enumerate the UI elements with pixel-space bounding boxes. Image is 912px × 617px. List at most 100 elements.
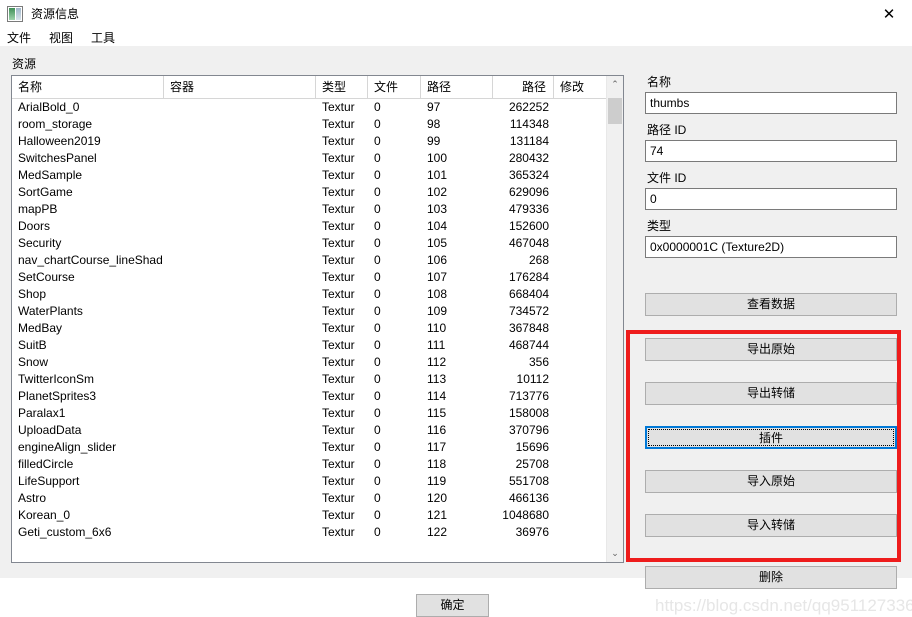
cell-name: Snow xyxy=(18,355,49,369)
cell-type: Textur xyxy=(322,270,355,284)
table-row[interactable]: filledCircle Textur 0 118 25708 xyxy=(12,456,623,473)
table-row[interactable]: Security Textur 0 105 467048 xyxy=(12,235,623,252)
ok-button[interactable]: 确定 xyxy=(416,594,489,617)
scrollbar-thumb[interactable] xyxy=(608,98,622,124)
fileid-field-label: 文件 ID xyxy=(647,171,687,185)
table-row[interactable]: mapPB Textur 0 103 479336 xyxy=(12,201,623,218)
column-header-name[interactable]: 名称 xyxy=(12,76,164,98)
cell-path2: 356 xyxy=(528,355,549,369)
table-row[interactable]: Snow Textur 0 112 356 xyxy=(12,354,623,371)
cell-modified xyxy=(554,320,606,337)
watermark-text: https://blog.csdn.net/qq951127336 xyxy=(655,596,912,615)
table-row[interactable]: Shop Textur 0 108 668404 xyxy=(12,286,623,303)
cell-name: mapPB xyxy=(18,202,58,216)
table-row[interactable]: TwitterIconSm Textur 0 113 10112 xyxy=(12,371,623,388)
cell-path2: 734572 xyxy=(508,304,549,318)
cell-modified xyxy=(554,337,606,354)
table-row[interactable]: WaterPlants Textur 0 109 734572 xyxy=(12,303,623,320)
table-row[interactable]: MedSample Textur 0 101 365324 xyxy=(12,167,623,184)
cell-file: 0 xyxy=(374,508,381,522)
table-row[interactable]: room_storage Textur 0 98 114348 xyxy=(12,116,623,133)
cell-file: 0 xyxy=(374,525,381,539)
table-row[interactable]: SetCourse Textur 0 107 176284 xyxy=(12,269,623,286)
column-header-modified[interactable]: 修改 xyxy=(554,76,606,98)
menu-item-view[interactable]: 视图 xyxy=(49,28,81,47)
resource-list[interactable]: 名称 容器 类型 文件 路径 路径 修改 ArialBold_0 Textur 0 9… xyxy=(11,75,624,563)
export-raw-button[interactable]: 导出原始 xyxy=(645,338,897,361)
table-row[interactable]: nav_chartCourse_lineShad Textur 0 106 268 xyxy=(12,252,623,269)
menu-item-file[interactable]: 文件 xyxy=(7,28,39,47)
list-body: ArialBold_0 Textur 0 97 262252 room_storage Te… xyxy=(12,99,623,562)
table-row[interactable]: Paralax1 Textur 0 115 158008 xyxy=(12,405,623,422)
cell-path2: 367848 xyxy=(508,321,549,335)
table-row[interactable]: engineAlign_slider Textur 0 117 15696 xyxy=(12,439,623,456)
table-row[interactable]: LifeSupport Textur 0 119 551708 xyxy=(12,473,623,490)
cell-path: 112 xyxy=(427,355,447,369)
cell-type: Textur xyxy=(322,457,355,471)
window-title: 资源信息 xyxy=(31,7,80,21)
view-data-button[interactable]: 查看数据 xyxy=(645,293,897,316)
table-row[interactable]: MedBay Textur 0 110 367848 xyxy=(12,320,623,337)
table-row[interactable]: Astro Textur 0 120 466136 xyxy=(12,490,623,507)
cell-path2: 468744 xyxy=(508,338,549,352)
cell-path: 114 xyxy=(427,389,447,403)
cell-container xyxy=(164,490,316,507)
cell-file: 0 xyxy=(374,202,381,216)
table-row[interactable]: Korean_0 Textur 0 121 1048680 xyxy=(12,507,623,524)
cell-file: 0 xyxy=(374,287,381,301)
cell-file: 0 xyxy=(374,406,381,420)
plugin-button-label: 插件 xyxy=(758,431,783,445)
column-header-path[interactable]: 路径 xyxy=(421,76,493,98)
cell-path: 105 xyxy=(427,236,448,250)
table-row[interactable]: UploadData Textur 0 116 370796 xyxy=(12,422,623,439)
cell-type: Textur xyxy=(322,389,355,403)
menu-item-tools[interactable]: 工具 xyxy=(91,28,123,47)
cell-path2: 668404 xyxy=(508,287,549,301)
pathid-field[interactable] xyxy=(645,140,897,162)
cell-container xyxy=(164,422,316,439)
cell-container xyxy=(164,184,316,201)
import-raw-button[interactable]: 导入原始 xyxy=(645,470,897,493)
column-header-path-size[interactable]: 路径 xyxy=(493,76,554,98)
scroll-up-icon[interactable]: ⌃ xyxy=(607,76,623,93)
fileid-field[interactable] xyxy=(645,188,897,210)
cell-name: Halloween2019 xyxy=(18,134,101,148)
cell-path: 110 xyxy=(427,321,447,335)
table-row[interactable]: Halloween2019 Textur 0 99 131184 xyxy=(12,133,623,150)
cell-name: Geti_custom_6x6 xyxy=(18,525,112,539)
vertical-scrollbar[interactable]: ⌃ ⌄ xyxy=(606,76,623,562)
table-row[interactable]: ArialBold_0 Textur 0 97 262252 xyxy=(12,99,623,116)
cell-file: 0 xyxy=(374,321,381,335)
table-row[interactable]: SortGame Textur 0 102 629096 xyxy=(12,184,623,201)
type-field[interactable] xyxy=(645,236,897,258)
cell-type: Textur xyxy=(322,338,355,352)
table-row[interactable]: Doors Textur 0 104 152600 xyxy=(12,218,623,235)
table-row[interactable]: PlanetSprites3 Textur 0 114 713776 xyxy=(12,388,623,405)
cell-modified xyxy=(554,371,606,388)
column-header-type[interactable]: 类型 xyxy=(316,76,368,98)
cell-file: 0 xyxy=(374,236,381,250)
column-header-container[interactable]: 容器 xyxy=(164,76,316,98)
cell-path2: 713776 xyxy=(508,389,549,403)
client-area: 资源 名称 容器 类型 文件 路径 路径 修改 ArialBold_0 Textu… xyxy=(0,46,912,617)
export-dump-button[interactable]: 导出转储 xyxy=(645,382,897,405)
cell-name: filledCircle xyxy=(18,457,74,471)
import-dump-button[interactable]: 导入转储 xyxy=(645,514,897,537)
cell-name: MedSample xyxy=(18,168,83,182)
cell-type: Textur xyxy=(322,508,355,522)
plugin-button[interactable]: 插件 xyxy=(645,426,897,449)
close-icon[interactable]: ✕ xyxy=(866,0,912,28)
scroll-down-icon[interactable]: ⌄ xyxy=(607,545,623,562)
cell-name: SwitchesPanel xyxy=(18,151,97,165)
cell-type: Textur xyxy=(322,406,355,420)
column-header-file[interactable]: 文件 xyxy=(368,76,421,98)
cell-container xyxy=(164,286,316,303)
cell-modified xyxy=(554,473,606,490)
table-row[interactable]: SuitB Textur 0 111 468744 xyxy=(12,337,623,354)
table-row[interactable]: Geti_custom_6x6 Textur 0 122 36976 xyxy=(12,524,623,541)
cell-path: 103 xyxy=(427,202,448,216)
name-field[interactable] xyxy=(645,92,897,114)
table-row[interactable]: SwitchesPanel Textur 0 100 280432 xyxy=(12,150,623,167)
cell-name: LifeSupport xyxy=(18,474,80,488)
cell-path: 99 xyxy=(427,134,441,148)
